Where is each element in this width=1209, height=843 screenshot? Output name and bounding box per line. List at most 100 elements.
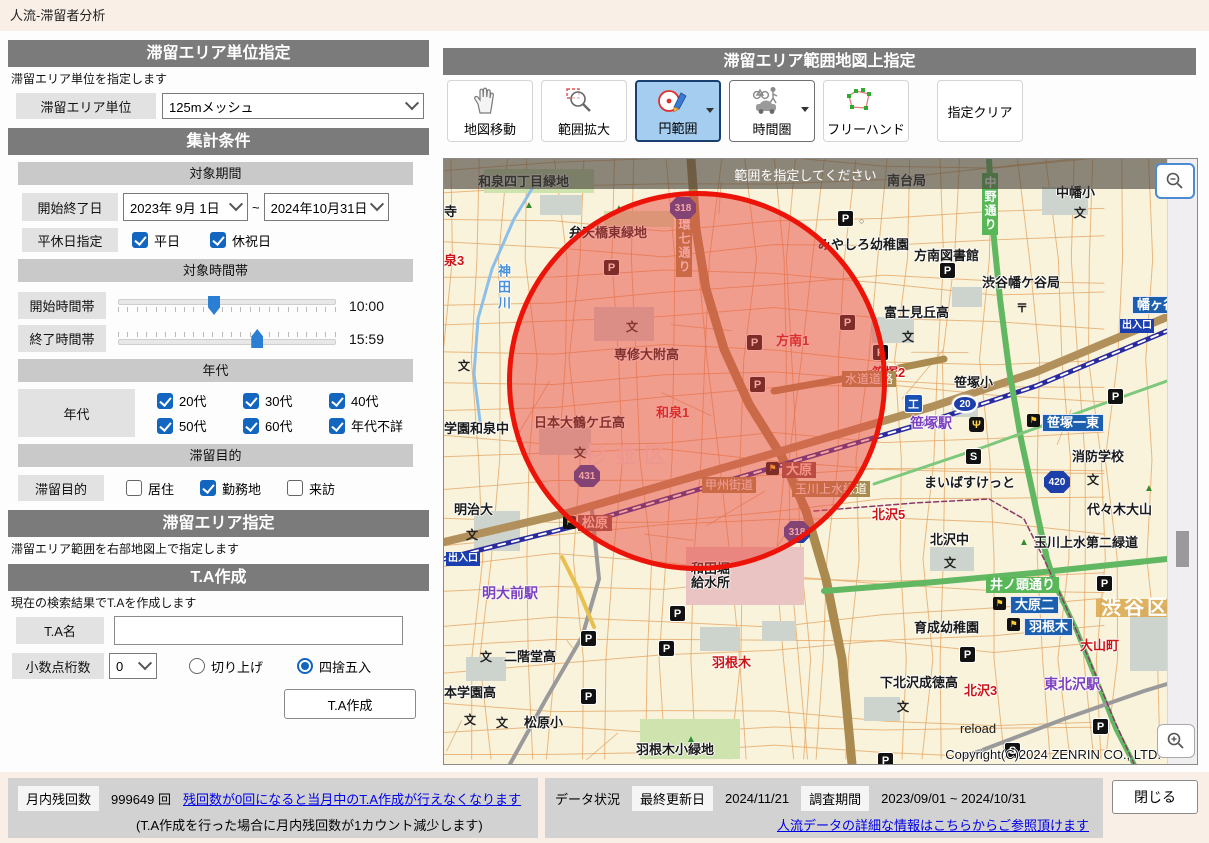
- map-container: 和泉四丁目緑地南台局寺弁天橋東緑地みやしろ幼稚園方南図書館渋谷幡ケ谷局中幡小富士…: [443, 158, 1198, 765]
- checkbox-年代不詳[interactable]: 年代不詳: [329, 416, 429, 435]
- checkbox-勤務地[interactable]: 勤務地: [200, 479, 261, 498]
- toolbar-button-円範囲[interactable]: 円範囲: [635, 80, 721, 142]
- map-label: 寺: [444, 205, 457, 219]
- map-flag-icon: ⚑: [1027, 414, 1040, 427]
- checkbox-20代[interactable]: 20代: [157, 391, 243, 410]
- map-toolbar: 地図移動範囲拡大円範囲時間圏 フリーハンド 指定クリア: [447, 80, 1031, 144]
- page-title: 人流-滞留者分析: [0, 0, 1209, 31]
- toolbar-button-label: フリーハンド: [827, 119, 905, 138]
- toolbar-button-label: 時間圏: [752, 119, 791, 138]
- data-status-label: データ状況: [555, 789, 620, 808]
- checkbox-box[interactable]: [329, 393, 345, 409]
- map-label: 文: [897, 700, 909, 714]
- checkbox-30代[interactable]: 30代: [243, 391, 329, 410]
- checkbox-box[interactable]: [126, 480, 142, 496]
- radio-circle[interactable]: [297, 658, 313, 674]
- radio-circle[interactable]: [189, 658, 205, 674]
- weekday-checkgroup: 平日 休祝日: [132, 231, 271, 250]
- toolbar-button-label: 指定クリア: [947, 102, 1012, 121]
- map-label: 渋谷区: [1096, 599, 1167, 617]
- map-label: 泉3: [444, 254, 464, 268]
- start-date-select[interactable]: 2023年 9月 1日: [123, 193, 248, 221]
- radio-label: 四捨五入: [319, 657, 371, 676]
- decimal-digits-label: 小数点桁数: [12, 653, 104, 679]
- rounding-radiogroup: 切り上げ 四捨五入: [189, 657, 371, 676]
- map-label: 羽根木小緑地: [636, 743, 714, 757]
- map-label: 笹塚一東: [1042, 414, 1104, 432]
- area-unit-select[interactable]: 125mメッシュ: [162, 93, 424, 119]
- map-p-icon: P: [877, 752, 894, 764]
- map-label: 玉川上水第二緑道: [1034, 536, 1138, 550]
- subheader-purpose: 滞留目的: [18, 444, 413, 467]
- checkbox-label: 50代: [179, 416, 206, 435]
- checkbox-居住[interactable]: 居住: [126, 479, 174, 498]
- checkbox-box[interactable]: [132, 232, 148, 248]
- map-scrollbar[interactable]: [1167, 159, 1197, 764]
- ta-name-label: T.A名: [16, 617, 104, 644]
- radio-四捨五入[interactable]: 四捨五入: [297, 657, 371, 676]
- map-label: reload: [960, 722, 996, 736]
- end-date-select[interactable]: 2024年10月31日: [264, 193, 389, 221]
- map-label: 本学園高: [444, 686, 496, 700]
- map-label: 文: [464, 713, 476, 727]
- checkbox-box[interactable]: [329, 418, 345, 434]
- map-tree-icon: ▲: [686, 734, 696, 745]
- radio-切り上げ[interactable]: 切り上げ: [189, 657, 263, 676]
- quota-warning-link[interactable]: 残回数が0回になると当月中のT.A作成が行えなくなります: [183, 789, 521, 808]
- last-updated-value: 2024/11/21: [725, 791, 789, 806]
- checkbox-50代[interactable]: 50代: [157, 416, 243, 435]
- checkbox-box[interactable]: [200, 480, 216, 496]
- map-p-icon: P: [669, 605, 686, 622]
- map-label: 富士見丘高: [884, 306, 949, 320]
- map-label: 渋谷幡ケ谷局: [982, 276, 1060, 290]
- map-zoom-out-button[interactable]: [1155, 163, 1195, 199]
- age-label: 年代: [18, 389, 135, 437]
- checkbox-平日[interactable]: 平日: [132, 231, 180, 250]
- map-zoom-in-button[interactable]: [1157, 724, 1195, 758]
- checkbox-60代[interactable]: 60代: [243, 416, 329, 435]
- data-detail-link[interactable]: 人流データの詳細な情報はこちらからご参照頂けます: [777, 818, 1089, 833]
- map-label: 明治大: [454, 503, 493, 517]
- toolbar-button-地図移動[interactable]: 地図移動: [447, 80, 533, 142]
- map-label: 羽根木: [1024, 618, 1073, 636]
- map-label: 東北沢駅: [1044, 677, 1100, 691]
- date-range-label: 開始終了日: [22, 193, 118, 221]
- ta-name-input[interactable]: [114, 616, 403, 645]
- checkbox-box[interactable]: [243, 393, 259, 409]
- toolbar-button-範囲拡大[interactable]: 範囲拡大: [541, 80, 627, 142]
- section-header-aggregation: 集計条件: [8, 128, 429, 155]
- map-label: 井ノ頭通り: [986, 577, 1059, 593]
- ta-create-button[interactable]: T.A作成: [284, 689, 416, 719]
- map-p-icon: P: [658, 640, 675, 657]
- checkbox-来訪[interactable]: 来訪: [287, 479, 335, 498]
- map-label: 北沢中: [930, 533, 969, 547]
- checkbox-box[interactable]: [243, 418, 259, 434]
- map-scrollbar-thumb[interactable]: [1176, 531, 1189, 567]
- decimal-digits-value: 0: [116, 659, 123, 674]
- map-label: まいばすけっと: [924, 476, 1015, 490]
- map-label: 羽根木: [712, 656, 751, 670]
- end-time-value: 15:59: [336, 331, 384, 347]
- close-button[interactable]: 閉じる: [1112, 780, 1198, 814]
- decimal-digits-select[interactable]: 0: [109, 653, 157, 679]
- start-time-slider-thumb[interactable]: [208, 296, 220, 315]
- checkbox-box[interactable]: [287, 480, 303, 496]
- area-unit-description: 滞留エリア単位を指定します: [11, 71, 429, 88]
- checkbox-box[interactable]: [157, 418, 173, 434]
- quota-value: 999649 回: [111, 789, 171, 808]
- hand-icon: [448, 86, 522, 116]
- checkbox-box[interactable]: [210, 232, 226, 248]
- checkbox-box[interactable]: [157, 393, 173, 409]
- checkbox-休祝日[interactable]: 休祝日: [210, 231, 271, 250]
- toolbar-button-時間圏[interactable]: 時間圏: [729, 80, 815, 142]
- map-canvas[interactable]: 和泉四丁目緑地南台局寺弁天橋東緑地みやしろ幼稚園方南図書館渋谷幡ケ谷局中幡小富士…: [444, 159, 1167, 764]
- toolbar-button-フリーハンド[interactable]: フリーハンド: [823, 80, 909, 142]
- start-time-slider[interactable]: [118, 299, 336, 305]
- toolbar-button-指定クリア[interactable]: 指定クリア: [937, 80, 1023, 142]
- map-p-icon: P: [1107, 388, 1124, 405]
- slider-ticks: [118, 307, 336, 312]
- section-header-ta-create: T.A作成: [8, 564, 429, 591]
- map-label: 文: [1087, 473, 1099, 487]
- end-time-slider[interactable]: [118, 339, 336, 345]
- checkbox-40代[interactable]: 40代: [329, 391, 429, 410]
